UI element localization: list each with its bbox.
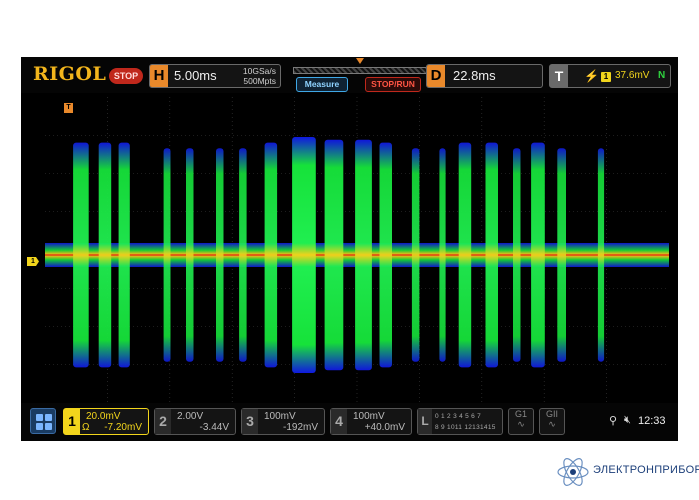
signal-burst-5: [186, 148, 194, 362]
grid-icon: [36, 414, 43, 421]
trigger-mode: N: [658, 70, 666, 81]
channel-4-scale: 100mV: [353, 411, 385, 422]
channel-2-box[interactable]: 2 2.00V -3.44V: [154, 408, 236, 435]
page: RIGOL STOP H 5.00ms 10GSa/s 500Mpts Meas…: [0, 0, 699, 500]
channel-3-number: 3: [242, 409, 258, 434]
trigger-level: 37.6mV: [615, 70, 650, 81]
delay-control[interactable]: D 22.8ms: [426, 64, 543, 88]
memory-depth: 500Mpts: [243, 76, 276, 86]
logic-analyzer-box[interactable]: L 0 1 2 3 4 5 6 7 8 9 1011 12131415: [417, 408, 503, 435]
channel-3-box[interactable]: 3 100mV -192mV: [241, 408, 325, 435]
signal-burst-13: [411, 148, 420, 362]
signal-burst-2: [98, 142, 112, 368]
signal-burst-15: [458, 142, 472, 368]
rising-edge-icon: ⚡: [584, 69, 599, 83]
channel-4-box[interactable]: 4 100mV +40.0mV: [330, 408, 412, 435]
delay-value: 22.8ms: [453, 68, 496, 83]
signal-burst-17: [513, 148, 521, 362]
channel-1-scale: 20.0mV: [86, 411, 121, 422]
channel-1-offset-marker[interactable]: 1: [27, 257, 39, 266]
waveform-display[interactable]: [45, 97, 669, 403]
mute-icon[interactable]: 🔇︎: [624, 414, 631, 427]
oscilloscope-screen: RIGOL STOP H 5.00ms 10GSa/s 500Mpts Meas…: [21, 57, 678, 441]
decoder-2-label: GII: [545, 409, 558, 419]
rigol-logo: RIGOL: [33, 63, 107, 85]
trigger-label: T: [550, 65, 568, 87]
channel-3-scale: 100mV: [264, 411, 296, 422]
signal-burst-3: [118, 142, 130, 368]
measure-button[interactable]: Measure: [296, 77, 348, 92]
signal-burst-16: [485, 142, 498, 368]
channel-2-number: 2: [155, 409, 171, 434]
bottom-status-bar: 1 20.0mV Ω -7.20mV 2 2.00V -3.44V 3 100m…: [21, 403, 678, 441]
signal-burst-9: [292, 137, 316, 373]
logic-label: L: [418, 409, 432, 434]
channel-1-number: 1: [64, 409, 80, 434]
signal-burst-20: [597, 148, 605, 362]
signal-burst-8: [264, 142, 278, 368]
wave-icon: ∿: [548, 419, 556, 429]
channel-2-offset: -3.44V: [199, 422, 229, 433]
signal-burst-4: [163, 148, 171, 362]
watermark-text: ЭЛЕКТРОНПРИБОР: [593, 464, 699, 476]
top-status-bar: RIGOL STOP H 5.00ms 10GSa/s 500Mpts Meas…: [21, 57, 678, 93]
impedance-icon: Ω: [82, 422, 90, 433]
decoder-1-button[interactable]: G1 ∿: [508, 408, 534, 435]
run-state-badge[interactable]: STOP: [109, 68, 143, 84]
sample-rate: 10GSa/s: [242, 66, 276, 76]
memory-position-strip[interactable]: [293, 67, 435, 74]
stop-run-button[interactable]: STOP/RUN: [365, 77, 421, 92]
channel-1-offset: -7.20mV: [104, 422, 142, 433]
trigger-control[interactable]: T ⚡ 1 37.6mV N: [549, 64, 671, 88]
delay-label: D: [427, 65, 445, 87]
elektronpribor-logo-icon: [557, 458, 589, 486]
wave-icon: ∿: [517, 419, 525, 429]
signal-burst-12: [379, 142, 392, 368]
app-menu-button[interactable]: [30, 408, 56, 434]
signal-burst-10: [324, 139, 344, 371]
horizontal-label: H: [150, 65, 168, 87]
signal-burst-14: [439, 148, 446, 362]
signal-burst-18: [531, 142, 545, 368]
channel-4-offset: +40.0mV: [364, 422, 405, 433]
signal-burst-7: [239, 148, 247, 362]
channel-3-offset: -192mV: [282, 422, 318, 433]
signal-burst-1: [73, 142, 89, 368]
decoder-2-button[interactable]: GII ∿: [539, 408, 565, 435]
logic-channels-row-1: 0 1 2 3 4 5 6 7: [435, 413, 482, 420]
trigger-position-arrow-icon: [356, 58, 364, 64]
channel-2-scale: 2.00V: [177, 411, 204, 422]
signal-burst-19: [557, 148, 566, 362]
channel-4-number: 4: [331, 409, 347, 434]
usb-icon: ⚲: [609, 415, 618, 427]
logic-channels-row-2: 8 9 1011 12131415: [435, 424, 496, 431]
trigger-source: 1: [601, 72, 611, 82]
decoder-1-label: G1: [514, 409, 527, 419]
timebase-value: 5.00ms: [174, 68, 217, 83]
signal-burst-11: [355, 139, 372, 371]
clock-time: 12:33: [638, 415, 666, 427]
channel-1-box[interactable]: 1 20.0mV Ω -7.20mV: [63, 408, 149, 435]
signal-burst-6: [216, 148, 224, 362]
horizontal-control[interactable]: H 5.00ms 10GSa/s 500Mpts: [149, 64, 281, 88]
